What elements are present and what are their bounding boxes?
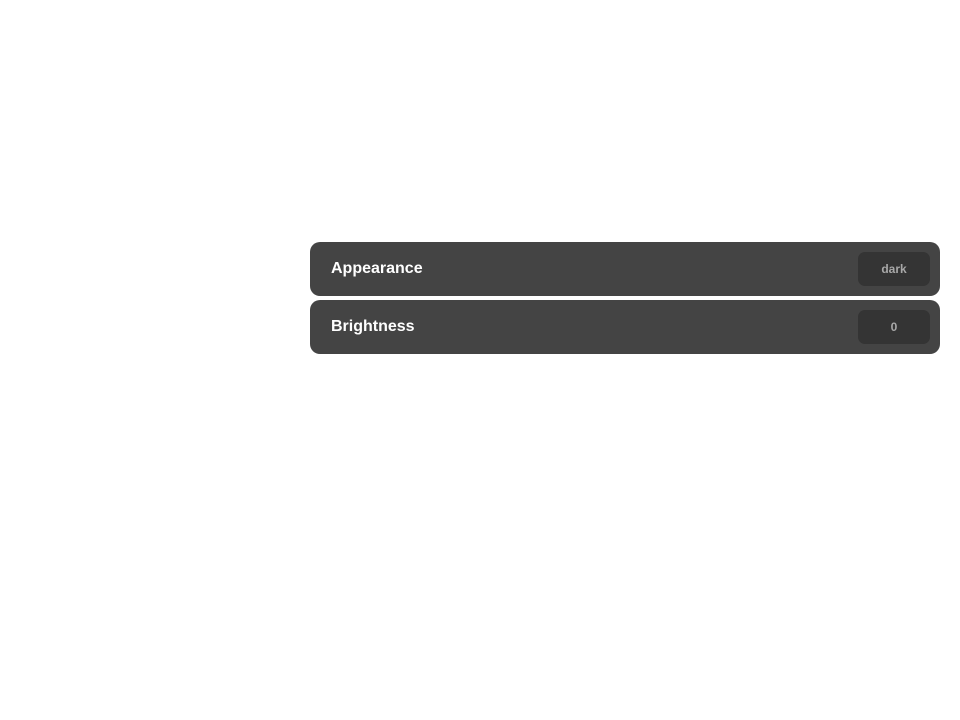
setting-row-appearance[interactable]: Appearance dark [310, 242, 940, 296]
page: Appearance dark Brightness 0 [0, 0, 960, 720]
appearance-label: Appearance [331, 260, 423, 277]
appearance-value-selector[interactable]: dark [858, 252, 930, 286]
setting-row-brightness[interactable]: Brightness 0 [310, 300, 940, 354]
settings-panel: Appearance dark Brightness 0 [310, 242, 940, 358]
brightness-value-field[interactable]: 0 [858, 310, 930, 344]
brightness-label: Brightness [331, 318, 415, 335]
